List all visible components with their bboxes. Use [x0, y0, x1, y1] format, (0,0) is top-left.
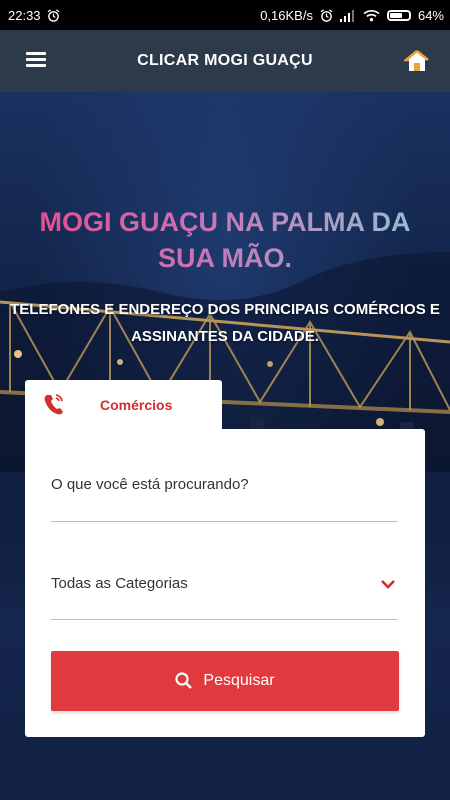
search-button[interactable]: Pesquisar	[51, 651, 399, 711]
status-bar: 22:33 0,16KB/s 64%	[0, 0, 450, 30]
phone-icon	[44, 394, 63, 415]
search-button-label: Pesquisar	[203, 672, 275, 689]
wifi-icon	[363, 9, 380, 21]
app-title: CLICAR MOGI GUAÇU	[137, 52, 313, 69]
hero-subheadline: TELEFONES E ENDEREÇO DOS PRINCIPAIS COMÉ…	[10, 301, 440, 345]
alarm-icon	[320, 8, 333, 22]
search-card: O que você está procurando? Todas as Cat…	[25, 429, 425, 737]
alarm-icon	[47, 8, 59, 22]
category-select[interactable]: Todas as Categorias	[51, 564, 398, 620]
tab-comercios[interactable]: Comércios	[25, 380, 222, 430]
home-icon[interactable]	[404, 48, 430, 74]
network-speed: 0,16KB/s	[260, 7, 313, 23]
app-bar: CLICAR MOGI GUAÇU	[0, 30, 450, 92]
signal-icon	[339, 9, 354, 22]
battery-percent: 64%	[417, 7, 444, 23]
chevron-down-icon	[381, 580, 395, 589]
battery-icon	[386, 9, 411, 21]
status-time: 22:33	[8, 7, 41, 23]
menu-button[interactable]	[26, 52, 46, 68]
tab-label: Comércios	[100, 397, 173, 413]
category-selected-value: Todas as Categorias	[51, 575, 188, 592]
hero-headline: MOGI GUAÇU NA PALMA DA SUA MÃO.	[10, 204, 440, 276]
search-placeholder: O que você está procurando?	[51, 476, 249, 493]
search-icon	[175, 672, 193, 689]
search-input[interactable]: O que você está procurando?	[51, 465, 398, 522]
hero-section: MOGI GUAÇU NA PALMA DA SUA MÃO. TELEFONE…	[0, 92, 450, 800]
